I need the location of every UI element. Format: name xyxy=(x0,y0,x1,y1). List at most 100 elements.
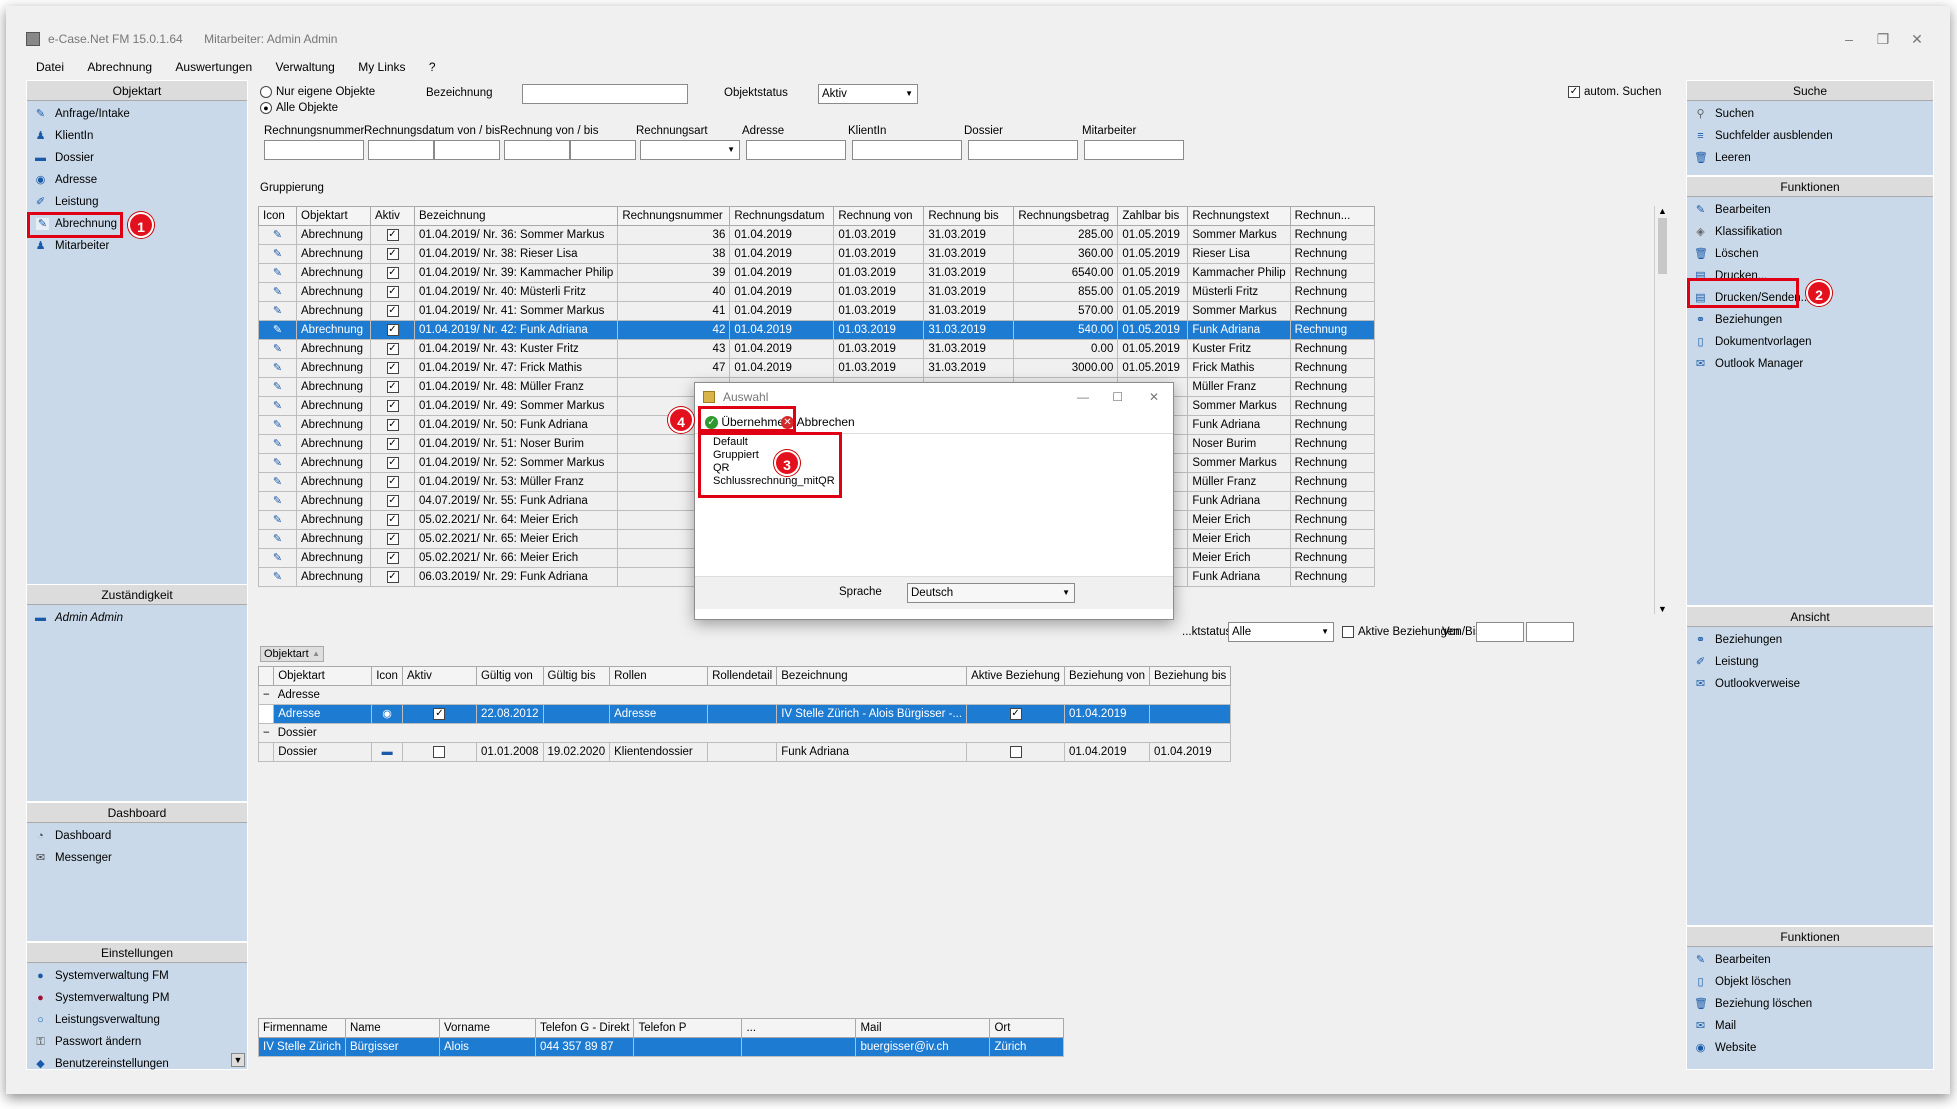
rechnungsnummer-input[interactable] xyxy=(264,140,364,160)
nav-anfrage-intake[interactable]: ✎ Anfrage/Intake xyxy=(27,103,247,125)
nav-benutzereinstellungen[interactable]: ◆ Benutzereinstellungen xyxy=(27,1053,247,1075)
table-row[interactable]: ✎ Abrechnung ✓ 01.04.2019/ Nr. 38: Rieser L… xyxy=(258,244,1375,264)
action-leeren[interactable]: 🗑 Leeren xyxy=(1687,147,1933,169)
aktiv-checkbox[interactable]: ✓ xyxy=(386,570,399,583)
main-grid-scrollbar[interactable]: ▲ ▼ xyxy=(1654,206,1670,614)
radio-all-objects[interactable]: ● Alle Objekte xyxy=(260,102,338,114)
rechnung-von-input[interactable] xyxy=(504,140,570,160)
nav-systemverwaltung-fm[interactable]: ● Systemverwaltung FM xyxy=(27,965,247,987)
view-leistung[interactable]: ✐ Leistung xyxy=(1687,651,1933,673)
relation-status-select[interactable]: Alle ▼ xyxy=(1228,622,1334,642)
col-header[interactable]: Rollen xyxy=(609,666,709,686)
mitarbeiter-input[interactable] xyxy=(1084,140,1184,160)
col-header[interactable]: ... xyxy=(741,1018,857,1038)
col-header[interactable]: Rechnung von xyxy=(833,206,925,226)
objektstatus-select[interactable]: Aktiv ▼ xyxy=(818,84,918,104)
scroll-thumb[interactable] xyxy=(1658,218,1667,274)
action-suchfelder-ausblenden[interactable]: ≡ Suchfelder ausblenden xyxy=(1687,125,1933,147)
aktiv-checkbox[interactable]: ✓ xyxy=(386,399,399,412)
table-row[interactable]: ✎ Abrechnung ✓ 01.04.2019/ Nr. 36: Sommer M… xyxy=(258,225,1375,245)
table-row[interactable]: ✎ Abrechnung ✓ 01.04.2019/ Nr. 47: Frick Ma… xyxy=(258,358,1375,378)
col-header[interactable]: Telefon P xyxy=(633,1018,743,1038)
aktiv-checkbox[interactable]: ✓ xyxy=(386,361,399,374)
action-klassifikation[interactable]: ◈ Klassifikation xyxy=(1687,221,1933,243)
col-header[interactable]: Bezeichnung xyxy=(413,206,619,226)
menu-help[interactable]: ? xyxy=(429,60,436,74)
nav-messenger[interactable]: ✉ Messenger xyxy=(27,847,247,869)
dossier-input[interactable] xyxy=(968,140,1078,160)
minimize-icon[interactable]: – xyxy=(1836,28,1862,50)
close-icon[interactable]: ✕ xyxy=(1149,383,1159,411)
col-header[interactable]: Aktiv xyxy=(370,206,415,226)
table-row[interactable]: ✎ Abrechnung ✓ 01.04.2019/ Nr. 40: Müsterli… xyxy=(258,282,1375,302)
col-header[interactable]: Objektart xyxy=(296,206,371,226)
aktiv-checkbox[interactable]: ✓ xyxy=(386,551,399,564)
aktiv-checkbox[interactable]: ✓ xyxy=(386,342,399,355)
nav-klientin[interactable]: ♟ KlientIn xyxy=(27,125,247,147)
menu-auswertungen[interactable]: Auswertungen xyxy=(175,60,252,74)
aktiv-checkbox[interactable]: ✓ xyxy=(386,494,399,507)
nav-mitarbeiter[interactable]: ♟ Mitarbeiter xyxy=(27,235,247,257)
table-row[interactable]: ✎ Abrechnung ✓ 01.04.2019/ Nr. 43: Kuster F… xyxy=(258,339,1375,359)
table-row[interactable]: IV Stelle Zürich Bürgisser Alois 044 357… xyxy=(258,1037,1065,1057)
group-row-adresse[interactable]: − Adresse xyxy=(257,685,1232,705)
col-header[interactable]: Beziehung bis xyxy=(1149,666,1232,686)
col-header[interactable]: Rechnungsdatum xyxy=(729,206,835,226)
rel-action-mail[interactable]: ✉ Mail xyxy=(1687,1015,1933,1037)
aktiv-checkbox[interactable]: ✓ xyxy=(386,323,399,336)
col-header[interactable]: Aktiv xyxy=(401,666,477,686)
menu-abrechnung[interactable]: Abrechnung xyxy=(87,60,152,74)
col-header[interactable]: Name xyxy=(344,1018,440,1038)
aktiv-checkbox[interactable]: ✓ xyxy=(386,228,399,241)
table-row[interactable]: Adresse ◉ ✓ 22.08.2012 Adresse IV Stelle… xyxy=(257,704,1232,724)
adresse-input[interactable] xyxy=(746,140,846,160)
col-header[interactable]: Rechnungsnummer xyxy=(617,206,731,226)
col-header[interactable]: Ort xyxy=(989,1018,1065,1038)
nav-leistungsverwaltung[interactable]: ○ Leistungsverwaltung xyxy=(27,1009,247,1031)
col-header[interactable]: Rechnungstext xyxy=(1187,206,1291,226)
col-header[interactable]: Icon xyxy=(371,666,403,686)
col-header[interactable]: Rollendetail xyxy=(707,666,778,686)
nav-dashboard[interactable]: ◔ Dashboard xyxy=(27,825,247,847)
action-suchen[interactable]: ⚲ Suchen xyxy=(1687,103,1933,125)
rel-action-website[interactable]: ◉ Website xyxy=(1687,1037,1933,1059)
menu-my-links[interactable]: My Links xyxy=(358,60,405,74)
bezeichnung-input[interactable] xyxy=(522,84,688,104)
action-dokumentvorlagen[interactable]: ▯ Dokumentvorlagen xyxy=(1687,331,1933,353)
aktive-beziehung-checkbox[interactable] xyxy=(1009,745,1022,758)
aktiv-checkbox[interactable]: ✓ xyxy=(386,247,399,260)
nav-admin-admin[interactable]: ▬ Admin Admin xyxy=(27,607,247,629)
table-row[interactable]: ✎ Abrechnung ✓ 01.04.2019/ Nr. 42: Funk Adr… xyxy=(258,320,1375,340)
action-beziehungen[interactable]: ⚭ Beziehungen xyxy=(1687,309,1933,331)
col-header[interactable]: Mail xyxy=(855,1018,991,1038)
aktiv-checkbox[interactable]: ✓ xyxy=(386,456,399,469)
col-header[interactable]: Gültig bis xyxy=(542,666,611,686)
rel-action-beziehung-loeschen[interactable]: 🗑 Beziehung löschen xyxy=(1687,993,1933,1015)
col-header[interactable]: Zahlbar bis xyxy=(1117,206,1189,226)
col-header[interactable]: Firmenname xyxy=(258,1018,346,1038)
radio-own-objects[interactable]: Nur eigene Objekte xyxy=(260,86,375,98)
col-header[interactable]: Gültig von xyxy=(475,666,544,686)
rechnungsdatum-bis-input[interactable] xyxy=(434,140,500,160)
nav-leistung[interactable]: ✐ Leistung xyxy=(27,191,247,213)
col-header[interactable]: Rechnung bis xyxy=(923,206,1015,226)
rechnung-bis-input[interactable] xyxy=(570,140,636,160)
chevron-up-icon[interactable]: ▲ xyxy=(1655,206,1670,216)
col-header[interactable]: Beziehung von xyxy=(1063,666,1151,686)
rechnungsart-select[interactable]: ▼ xyxy=(640,140,740,160)
aktiv-checkbox[interactable]: ✓ xyxy=(386,380,399,393)
nav-adresse[interactable]: ◉ Adresse xyxy=(27,169,247,191)
col-header[interactable]: Rechnungsbetrag xyxy=(1013,206,1119,226)
restore-icon[interactable]: ❐ xyxy=(1870,28,1896,50)
close-icon[interactable]: ✕ xyxy=(1904,28,1930,50)
table-row[interactable]: ✎ Abrechnung ✓ 01.04.2019/ Nr. 41: Sommer M… xyxy=(258,301,1375,321)
col-header[interactable]: Telefon G - Direkt xyxy=(534,1018,635,1038)
col-header[interactable]: Rechnun... xyxy=(1289,206,1375,226)
action-loeschen[interactable]: 🗑 Löschen xyxy=(1687,243,1933,265)
col-header[interactable]: Aktive Beziehung xyxy=(966,666,1065,686)
maximize-icon[interactable]: ☐ xyxy=(1112,383,1123,411)
aktive-beziehung-checkbox[interactable]: ✓ xyxy=(1009,707,1022,720)
table-row[interactable]: ✎ Abrechnung ✓ 01.04.2019/ Nr. 39: Kammache… xyxy=(258,263,1375,283)
table-row[interactable]: Dossier ▬ 01.01.2008 19.02.2020 Klienten… xyxy=(257,742,1232,762)
action-bearbeiten[interactable]: ✎ Bearbeiten xyxy=(1687,199,1933,221)
